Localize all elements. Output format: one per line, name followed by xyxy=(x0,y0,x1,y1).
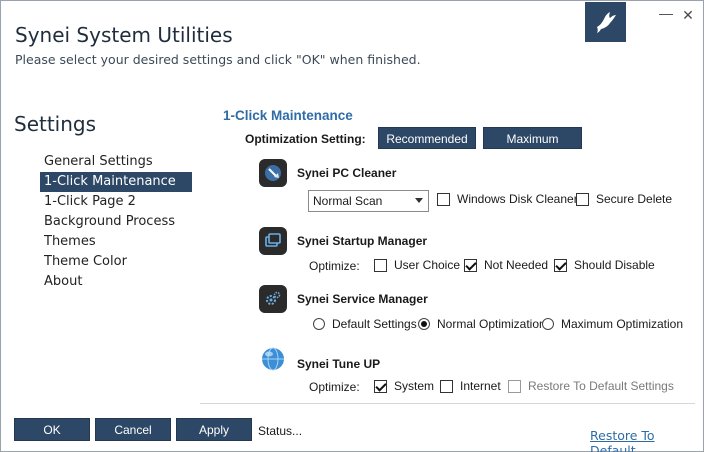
checkbox-box xyxy=(374,258,387,272)
windows-disk-cleaner-label: Windows Disk Cleaner xyxy=(457,192,578,206)
sidebar-item-1-click-maintenance[interactable]: 1-Click Maintenance xyxy=(40,172,192,192)
radio-dot xyxy=(542,318,554,330)
settings-heading: Settings xyxy=(14,112,97,136)
service-manager-title: Synei Service Manager xyxy=(297,292,428,306)
maximum-optimization-label: Maximum Optimization xyxy=(561,317,684,331)
radio-dot-selected xyxy=(418,318,430,330)
checkbox-box xyxy=(437,192,450,206)
gears-glyph xyxy=(266,291,281,305)
should-disable-checkbox[interactable]: Should Disable xyxy=(554,258,655,272)
globe-icon xyxy=(259,345,287,373)
not-needed-checkbox[interactable]: Not Needed xyxy=(464,258,548,272)
restore-default-settings-checkbox[interactable]: Restore To Default Settings xyxy=(508,379,674,393)
checkbox-box xyxy=(440,379,453,393)
window-title: Synei System Utilities xyxy=(15,23,233,47)
chevron-down-icon xyxy=(415,198,423,203)
tune-up-title: Synei Tune UP xyxy=(297,357,381,371)
system-checkbox[interactable]: System xyxy=(374,379,434,393)
gears-icon xyxy=(259,285,287,313)
recommended-button[interactable]: Recommended xyxy=(378,127,476,149)
minimize-button[interactable]: — xyxy=(657,5,675,21)
not-needed-label: Not Needed xyxy=(484,258,549,272)
globe-glyph xyxy=(262,347,284,371)
bird-icon xyxy=(596,12,616,33)
user-choice-label: User Choice xyxy=(394,258,461,272)
internet-label: Internet xyxy=(460,379,501,393)
radio-dot xyxy=(313,318,325,330)
sidebar-item-theme-color[interactable]: Theme Color xyxy=(40,252,192,272)
sidebar-item-general-settings[interactable]: General Settings xyxy=(40,152,192,172)
system-label: System xyxy=(394,379,435,393)
startup-optimize-label: Optimize: xyxy=(309,259,360,273)
settings-nav: General Settings 1-Click Maintenance 1-C… xyxy=(40,152,192,292)
optimization-setting-label: Optimization Setting: xyxy=(245,132,366,146)
tune-up-optimize-label: Optimize: xyxy=(309,380,360,394)
default-settings-radio[interactable]: Default Settings xyxy=(313,317,417,331)
close-button[interactable]: ✕ xyxy=(679,7,697,23)
window-subtitle: Please select your desired settings and … xyxy=(15,52,421,67)
apply-button[interactable]: Apply xyxy=(176,418,252,441)
checkbox-box-checked xyxy=(554,258,567,272)
scan-type-select[interactable]: Normal Scan xyxy=(308,190,429,212)
startup-manager-title: Synei Startup Manager xyxy=(297,234,428,248)
restore-default-settings-label: Restore To Default Settings xyxy=(528,379,674,393)
ok-button[interactable]: OK xyxy=(14,418,90,441)
windows-stack-glyph xyxy=(265,233,281,247)
windows-stack-icon xyxy=(259,227,287,255)
normal-optimization-label: Normal Optimization xyxy=(437,317,546,331)
scan-type-value: Normal Scan xyxy=(313,194,383,208)
checkbox-box-checked xyxy=(374,379,387,393)
sidebar-item-1-click-page-2[interactable]: 1-Click Page 2 xyxy=(40,192,192,212)
secure-delete-checkbox[interactable]: Secure Delete xyxy=(576,192,672,206)
checkbox-box xyxy=(576,192,589,206)
pc-cleaner-title: Synei PC Cleaner xyxy=(297,166,397,180)
sidebar-item-about[interactable]: About xyxy=(40,272,192,292)
status-text: Status... xyxy=(258,424,303,438)
checkbox-box-disabled xyxy=(508,379,521,393)
default-settings-label: Default Settings xyxy=(332,317,417,331)
windows-disk-cleaner-checkbox[interactable]: Windows Disk Cleaner xyxy=(437,192,578,206)
should-disable-label: Should Disable xyxy=(574,258,655,272)
broom-icon xyxy=(259,159,287,187)
sidebar-item-themes[interactable]: Themes xyxy=(40,232,192,252)
broom-glyph xyxy=(265,165,281,181)
maximum-optimization-radio[interactable]: Maximum Optimization xyxy=(542,317,683,331)
checkbox-box-checked xyxy=(464,258,477,272)
restore-to-default-link[interactable]: Restore To Default xyxy=(590,428,703,452)
user-choice-checkbox[interactable]: User Choice xyxy=(374,258,460,272)
sidebar-item-background-process[interactable]: Background Process xyxy=(40,212,192,232)
secure-delete-label: Secure Delete xyxy=(596,192,673,206)
internet-checkbox[interactable]: Internet xyxy=(440,379,501,393)
normal-optimization-radio[interactable]: Normal Optimization xyxy=(418,317,546,331)
maximum-button[interactable]: Maximum xyxy=(483,127,582,149)
section-title: 1-Click Maintenance xyxy=(223,108,353,123)
cancel-button[interactable]: Cancel xyxy=(95,418,171,441)
app-logo xyxy=(585,2,626,42)
